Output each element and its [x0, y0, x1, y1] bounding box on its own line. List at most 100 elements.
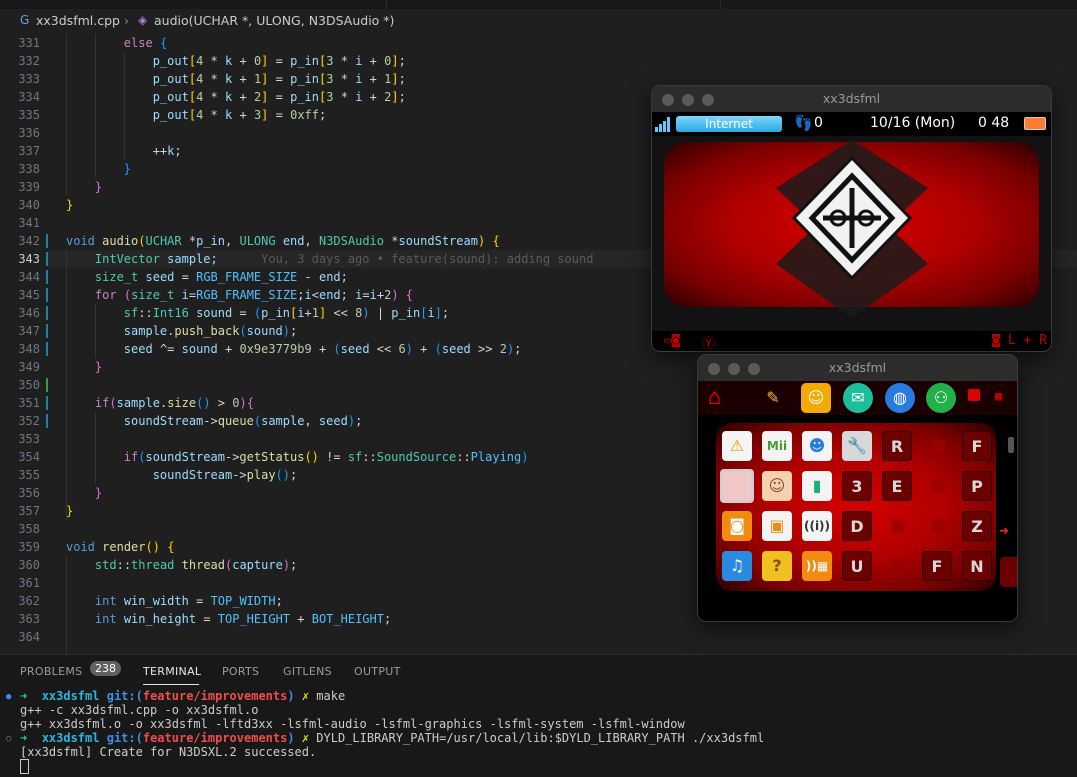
problems-count-badge: 238 [90, 661, 121, 676]
line-number: 348 [18, 342, 40, 356]
view-large-icons-icon[interactable] [968, 389, 980, 401]
download-play-icon[interactable]: ((i)) [802, 511, 832, 541]
code-text: soundStream->play(); [152, 468, 298, 482]
tab-gitlens[interactable]: GITLENS [283, 665, 332, 678]
camera-app-icon[interactable]: ◙ [722, 511, 752, 541]
tab-terminal[interactable]: TERMINAL [143, 665, 201, 678]
empty-slot[interactable] [891, 519, 905, 533]
folder-icon[interactable]: Z [962, 511, 992, 541]
empty-slot[interactable] [931, 479, 945, 493]
tab-problems[interactable]: PROBLEMS [20, 665, 82, 678]
code-text: } [94, 360, 103, 374]
empty-slot[interactable] [931, 519, 945, 533]
breadcrumb-symbol[interactable]: audio(UCHAR *, ULONG, N3DSAudio *) [154, 13, 394, 28]
notifications-chat-icon[interactable]: ✉ [843, 383, 873, 413]
status-bar: Internet 👣 0 10/16 (Mon) 0 48 [652, 112, 1051, 136]
git-modified-gutter-marker[interactable] [46, 252, 48, 266]
editor-tab-strip [0, 0, 1077, 9]
tab-ports[interactable]: PORTS [222, 665, 259, 678]
eshop-bag-icon[interactable]: ▣ [762, 511, 792, 541]
streetpass-plaza-icon[interactable]: ☻ [802, 431, 832, 461]
git-modified-gutter-marker[interactable] [46, 306, 48, 320]
folder-icon[interactable]: F [962, 431, 992, 461]
code-text: p_out[4 * k + 0] = p_in[3 * i + 0]; [152, 54, 406, 68]
partial-folder-tile[interactable] [1000, 557, 1017, 587]
empty-slot[interactable] [931, 439, 945, 453]
terminal[interactable]: ● ➜ xx3dsfml git:(feature/improvements) … [0, 687, 1077, 777]
code-line: 331 else { [0, 34, 1077, 52]
git-modified-gutter-marker[interactable] [46, 288, 48, 302]
home-theme-icon[interactable]: ⌂ [708, 385, 721, 410]
window-titlebar[interactable]: xx3dsfml [698, 355, 1017, 381]
scroll-indicator[interactable] [1008, 437, 1014, 453]
line-number: 337 [18, 144, 40, 158]
git-modified-gutter-marker[interactable] [46, 324, 48, 338]
activity-log-icon[interactable]: ▮ [802, 471, 832, 501]
folder-icon[interactable]: E [882, 471, 912, 501]
folder-icon[interactable]: 3 [842, 471, 872, 501]
line-number: 340 [18, 198, 40, 212]
line-number: 357 [18, 504, 40, 518]
health-safety-warning-icon[interactable]: ⚠ [722, 431, 752, 461]
line-number: 345 [18, 288, 40, 302]
close-window-button[interactable] [708, 363, 720, 375]
panel-tab-bar: PROBLEMS 238 TERMINAL PORTS GITLENS OUTP… [0, 655, 1077, 687]
friends-face-icon[interactable]: ☺ [801, 383, 831, 413]
empty-slot[interactable] [891, 559, 905, 573]
zoom-window-button[interactable] [748, 363, 760, 375]
miiverse-people-icon[interactable]: ⚇ [926, 383, 956, 413]
git-added-gutter-marker[interactable] [46, 378, 48, 392]
folder-icon[interactable]: R [882, 431, 912, 461]
close-window-button[interactable] [662, 94, 674, 106]
git-modified-gutter-marker[interactable] [46, 414, 48, 428]
zoom-window-button[interactable] [702, 94, 714, 106]
monster-hunter-emblem-icon [776, 140, 928, 318]
internet-browser-globe-icon[interactable]: ◍ [885, 383, 915, 413]
selected-empty-slot-icon[interactable] [720, 469, 754, 503]
git-modified-gutter-marker[interactable] [46, 396, 48, 410]
folder-icon[interactable]: F [922, 551, 952, 581]
cpp-file-icon: G [20, 13, 30, 27]
code-text: size_t seed = RGB_FRAME_SIZE - end; [94, 270, 348, 284]
line-number: 353 [18, 432, 40, 446]
breadcrumb-file[interactable]: xx3dsfml.cpp [36, 13, 120, 28]
emulator-bottom-window[interactable]: xx3dsfml ⌂ ✎ ☺ ✉ ◍ ⚇ ▦ ⚠ Mii ☻ 🔧 R F ☺ ▮… [697, 354, 1018, 622]
sound-app-music-icon[interactable]: ♫ [722, 551, 752, 581]
git-modified-gutter-marker[interactable] [46, 270, 48, 284]
git-modified-gutter-marker[interactable] [46, 234, 48, 248]
signal-strength-icon [655, 117, 670, 132]
line-number: 334 [18, 90, 40, 104]
view-grid-icon[interactable]: ▦ [995, 389, 1002, 403]
tab-output[interactable]: OUTPUT [354, 665, 401, 678]
line-number: 351 [18, 396, 40, 410]
emulator-top-window[interactable]: xx3dsfml Internet 👣 0 10/16 (Mon) 0 48 ▭… [651, 85, 1052, 352]
folder-icon[interactable]: U [842, 551, 872, 581]
line-number: 359 [18, 540, 40, 554]
line-number: 336 [18, 126, 40, 140]
code-text: sample.push_back(sound); [123, 324, 298, 338]
mii-maker-icon[interactable]: Mii [762, 431, 792, 461]
code-text: } [66, 504, 74, 518]
system-settings-wrench-icon[interactable]: 🔧 [842, 431, 872, 461]
folder-icon[interactable]: P [962, 471, 992, 501]
sound-wave-app-icon[interactable]: ))▦ [802, 551, 832, 581]
window-title: xx3dsfml [822, 91, 881, 106]
scroll-right-arrow-icon[interactable]: ➜ [999, 521, 1009, 540]
face-raiders-icon[interactable]: ☺ [762, 471, 792, 501]
window-titlebar[interactable]: xx3dsfml [652, 86, 1051, 112]
code-text: void audio(UCHAR *p_in, ULONG end, N3DSA… [66, 234, 500, 248]
breadcrumb-separator-icon: › [124, 13, 129, 28]
line-number: 341 [18, 216, 40, 230]
code-text: int win_height = TOP_HEIGHT + BOT_HEIGHT… [94, 612, 392, 626]
line-number: 360 [18, 558, 40, 572]
code-text: if(soundStream->getStatus() != sf::Sound… [123, 450, 529, 464]
line-number: 349 [18, 360, 40, 374]
folder-icon[interactable]: N [962, 551, 992, 581]
minimize-window-button[interactable] [728, 363, 740, 375]
minimize-window-button[interactable] [682, 94, 694, 106]
mystery-app-icon[interactable]: ? [762, 551, 792, 581]
git-modified-gutter-marker[interactable] [46, 342, 48, 356]
folder-icon[interactable]: D [842, 511, 872, 541]
code-text: int win_width = TOP_WIDTH; [94, 594, 283, 608]
notes-pencil-icon[interactable]: ✎ [758, 383, 788, 413]
